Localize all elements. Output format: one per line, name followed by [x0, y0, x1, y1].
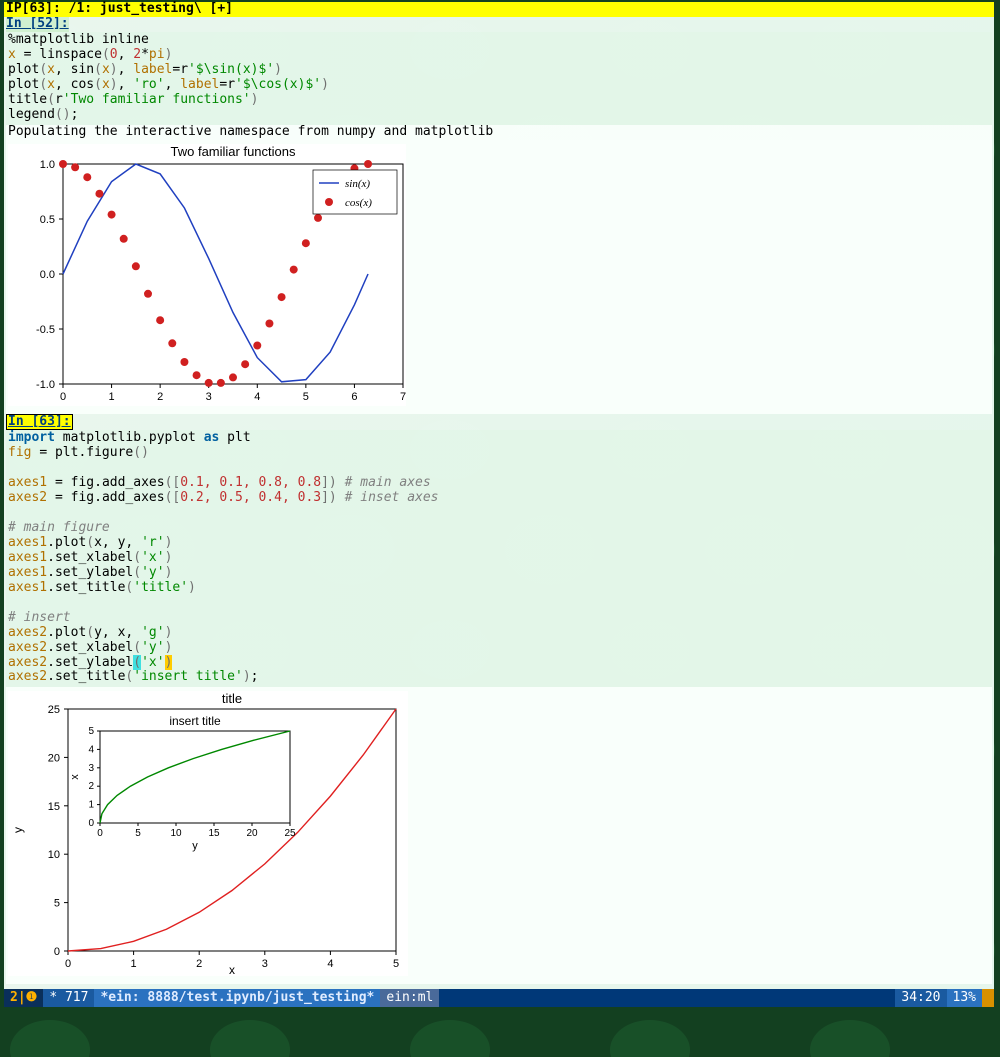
svg-text:6: 6 [351, 391, 357, 403]
svg-text:2: 2 [157, 391, 163, 403]
svg-text:y: y [192, 840, 198, 852]
window-number: 2|❶ [4, 989, 43, 1007]
svg-text:x: x [229, 963, 235, 976]
svg-text:5: 5 [135, 828, 141, 839]
svg-text:5: 5 [393, 958, 399, 970]
chart-inset: 0 1 2 3 4 5 0 5 10 15 20 25 title x y 0 5 10 15 20 25 0 1 2 3 4 5 i… [8, 691, 408, 976]
svg-text:20: 20 [48, 753, 60, 765]
svg-text:1.0: 1.0 [40, 159, 55, 171]
code-63[interactable]: import matplotlib.pyplot as plt fig = pl… [6, 430, 992, 687]
modified-star: * 717 [43, 989, 94, 1007]
svg-text:y: y [11, 827, 25, 833]
svg-text:Two familiar functions: Two familiar functions [171, 144, 296, 159]
modeline: 2|❶ * 717 *ein: 8888/test.ipynb/just_tes… [4, 989, 994, 1007]
svg-text:10: 10 [48, 850, 60, 862]
chart-two-familiar-functions: 0 1 2 3 4 5 6 7 -1.0 -0.5 0.0 0.5 1.0 Two familiar fu… [8, 144, 406, 406]
svg-text:1: 1 [88, 800, 94, 811]
svg-text:2: 2 [88, 782, 94, 793]
scroll-pct: 13% [947, 989, 982, 1007]
cell-63[interactable]: In [63]: import matplotlib.pyplot as plt… [4, 414, 994, 985]
svg-text:1: 1 [131, 958, 137, 970]
svg-text:20: 20 [246, 828, 258, 839]
code-52[interactable]: %matplotlib inline x = linspace(0, 2*pi)… [6, 32, 992, 125]
cursor-pos: 34:20 [895, 989, 946, 1007]
svg-text:3: 3 [88, 763, 94, 774]
plot-52: 0 1 2 3 4 5 6 7 -1.0 -0.5 0.0 0.5 1.0 Two familiar fu… [6, 140, 992, 414]
svg-text:5: 5 [88, 726, 94, 737]
svg-text:-1.0: -1.0 [36, 379, 55, 391]
svg-text:0.5: 0.5 [40, 214, 55, 226]
cell-52[interactable]: In [52]: %matplotlib inline x = linspace… [4, 17, 994, 414]
svg-text:4: 4 [327, 958, 333, 970]
svg-text:0: 0 [88, 818, 94, 829]
svg-text:0: 0 [54, 946, 60, 958]
prompt-52: In [52]: [6, 17, 69, 32]
svg-text:x: x [69, 774, 81, 780]
buffer-name: *ein: 8888/test.ipynb/just_testing* [94, 989, 380, 1007]
svg-text:3: 3 [206, 391, 212, 403]
svg-text:10: 10 [170, 828, 182, 839]
output-52: Populating the interactive namespace fro… [6, 125, 992, 140]
svg-text:15: 15 [48, 801, 60, 813]
svg-text:3: 3 [262, 958, 268, 970]
editor-area[interactable]: In [52]: %matplotlib inline x = linspace… [4, 17, 994, 1007]
svg-text:25: 25 [48, 704, 60, 716]
svg-text:2: 2 [196, 958, 202, 970]
svg-text:1: 1 [109, 391, 115, 403]
title-text: IP[63]: /1: just_testing\ [+] [6, 1, 233, 16]
plot-63: 0 1 2 3 4 5 0 5 10 15 20 25 title x y 0 5 10 15 20 25 0 1 2 3 4 5 i… [6, 687, 992, 984]
title-bar: IP[63]: /1: just_testing\ [+] [4, 2, 994, 17]
svg-text:cos(x): cos(x) [345, 197, 372, 209]
svg-text:4: 4 [254, 391, 260, 403]
svg-text:0: 0 [97, 828, 103, 839]
svg-text:-0.5: -0.5 [36, 324, 55, 336]
svg-text:15: 15 [208, 828, 220, 839]
svg-text:5: 5 [303, 391, 309, 403]
svg-text:title: title [222, 691, 242, 706]
svg-text:25: 25 [284, 828, 296, 839]
svg-text:0.0: 0.0 [40, 269, 55, 281]
svg-text:0: 0 [60, 391, 66, 403]
svg-text:7: 7 [400, 391, 406, 403]
modeline-end [982, 989, 994, 1007]
prompt-63: In [63]: [6, 414, 73, 431]
svg-text:4: 4 [88, 745, 94, 756]
svg-text:0: 0 [65, 958, 71, 970]
major-mode: ein:ml [380, 989, 439, 1007]
svg-text:insert title: insert title [169, 714, 221, 728]
svg-text:5: 5 [54, 898, 60, 910]
svg-text:sin(x): sin(x) [345, 178, 370, 190]
